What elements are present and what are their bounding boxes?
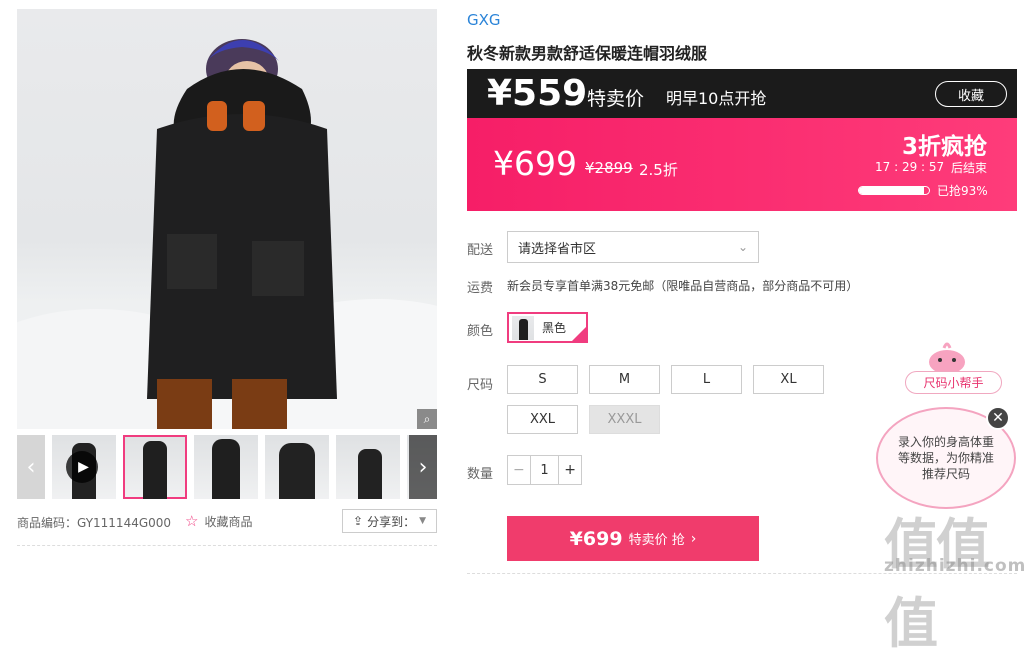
shipping-label: 运费: [467, 281, 494, 296]
chevron-down-icon: ⌄: [737, 240, 748, 254]
zoom-icon[interactable]: ⌕: [417, 409, 437, 429]
share-button[interactable]: ⇪ 分享到： ▼: [342, 509, 437, 533]
sku-code: 商品编码：GY111144G000: [17, 516, 172, 530]
thumbnail-video[interactable]: ▶: [52, 435, 116, 499]
size-m[interactable]: M: [589, 365, 660, 394]
thumbnail-3[interactable]: [194, 435, 258, 499]
thumbnail-strip: ‹ ▶ ›: [17, 435, 437, 499]
play-icon[interactable]: ▶: [66, 451, 98, 483]
special-price-label: 特卖价: [587, 88, 645, 110]
favorite-link[interactable]: ☆ 收藏商品: [185, 512, 252, 530]
qty-minus-button[interactable]: −: [508, 456, 531, 484]
qty-plus-button[interactable]: +: [558, 456, 581, 484]
countdown: 17 : 29 : 57: [875, 160, 945, 174]
watermark-logo: 值值值: [884, 513, 990, 655]
share-label: 分享到：: [367, 514, 416, 529]
favorite-label: 收藏商品: [204, 514, 253, 529]
sold-text: 已抢93%: [937, 184, 988, 198]
star-icon: ☆: [185, 512, 199, 530]
thumbnail-2[interactable]: [123, 435, 187, 499]
chevron-left-icon: ‹: [26, 454, 36, 480]
sold-progress-fill: [859, 187, 925, 194]
thumb-prev-button[interactable]: ‹: [17, 435, 45, 499]
buy-price: ¥699: [569, 527, 623, 550]
sale-price: ¥699: [493, 144, 577, 183]
delivery-label: 配送: [467, 243, 494, 258]
quantity-label: 数量: [467, 467, 494, 482]
helper-mascot-icon: [929, 342, 965, 374]
color-label: 颜色: [467, 324, 494, 339]
sold-progress: [858, 186, 930, 195]
chevron-right-icon: ›: [690, 530, 697, 547]
close-icon[interactable]: ✕: [986, 406, 1010, 430]
quantity-stepper: − 1 +: [507, 455, 582, 485]
special-price-bar: ¥559 特卖价 明早10点开抢 收藏: [467, 69, 1017, 118]
special-price: ¥559: [487, 73, 588, 114]
size-helper-tag[interactable]: 尺码小帮手: [905, 371, 1002, 394]
color-thumb: [512, 315, 534, 340]
thumb-next-button[interactable]: ›: [409, 435, 437, 499]
discount: 2.5折: [639, 161, 678, 179]
qty-value[interactable]: 1: [531, 456, 559, 484]
brand-link[interactable]: GXG: [467, 11, 501, 29]
region-select-value: 请选择省市区: [518, 241, 597, 257]
original-price: ¥2899: [585, 159, 633, 177]
thumbnail-5[interactable]: [336, 435, 400, 499]
size-l[interactable]: L: [671, 365, 742, 394]
size-xl[interactable]: XL: [753, 365, 824, 394]
thumbnail-4[interactable]: [265, 435, 329, 499]
promo-title: 3折疯抢: [901, 134, 987, 160]
collect-button[interactable]: 收藏: [935, 81, 1007, 107]
share-icon: ⇪: [353, 514, 364, 528]
divider: [17, 545, 437, 546]
sale-price-bar: ¥699 ¥2899 2.5折 3折疯抢 17 : 29 : 57 后结束 已抢…: [467, 118, 1017, 211]
color-option-black[interactable]: 黑色: [507, 312, 588, 343]
buy-label: 特卖价 抢: [628, 533, 685, 548]
chevron-right-icon: ›: [418, 454, 428, 480]
caret-down-icon: ▼: [419, 516, 426, 526]
size-label: 尺码: [467, 378, 494, 393]
model-figure: [147, 39, 337, 429]
countdown-suffix: 后结束: [951, 161, 988, 175]
size-xxxl: XXXL: [589, 405, 660, 434]
selected-check-icon: [572, 327, 586, 341]
size-xxl[interactable]: XXL: [507, 405, 578, 434]
start-note: 明早10点开抢: [666, 89, 767, 108]
region-select[interactable]: 请选择省市区 ⌄: [507, 231, 759, 263]
watermark-url: zhizhizhi.com: [884, 556, 1027, 576]
main-product-image[interactable]: ⌕: [17, 9, 437, 429]
product-title: 秋冬新款男款舒适保暖连帽羽绒服: [467, 44, 708, 63]
size-s[interactable]: S: [507, 365, 578, 394]
buy-button[interactable]: ¥699 特卖价 抢 ›: [507, 516, 759, 561]
color-value: 黑色: [542, 321, 567, 335]
shipping-text: 新会员专享首单满38元免邮（限唯品自营商品，部分商品不可用）: [507, 279, 859, 293]
